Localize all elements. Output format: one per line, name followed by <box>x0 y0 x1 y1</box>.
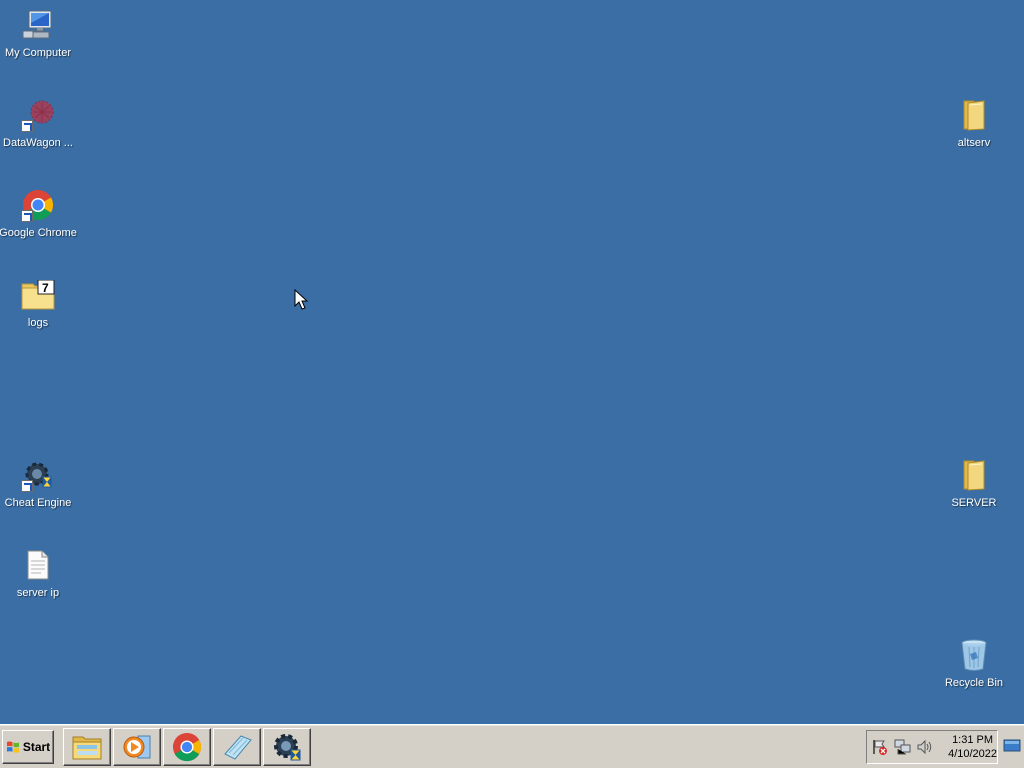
text-file-icon <box>21 548 55 582</box>
network-icon[interactable] <box>893 738 911 756</box>
cheat-engine-icon <box>21 458 55 492</box>
taskbar-button-cheat-engine[interactable] <box>263 728 311 766</box>
media-player-icon <box>123 735 151 759</box>
start-label: Start <box>22 740 51 754</box>
desktop-icon-my-computer[interactable]: My Computer <box>0 8 76 60</box>
svg-text:7: 7 <box>42 281 49 295</box>
taskbar: Start 1:31 PM 4/10/2022 <box>0 724 1024 768</box>
taskbar-button-notepad[interactable] <box>213 728 261 766</box>
taskbar-button-media-player[interactable] <box>113 728 161 766</box>
desktop-icon-server-ip[interactable]: server ip <box>0 548 76 600</box>
explorer-icon <box>72 736 102 760</box>
show-desktop-button[interactable] <box>1003 738 1021 754</box>
desktop-icon-label: altserv <box>957 137 991 149</box>
desktop-icon-label: logs <box>27 317 49 329</box>
action-center-flag-icon[interactable] <box>871 738 889 756</box>
desktop-icon-label: Cheat Engine <box>4 497 72 509</box>
shortcut-arrow-icon <box>21 120 33 132</box>
windows-logo-icon <box>6 741 19 753</box>
desktop-icon-datawagon[interactable]: DataWagon ... <box>0 98 76 150</box>
system-tray: 1:31 PM 4/10/2022 <box>866 730 998 764</box>
recycle-bin-icon <box>957 638 991 672</box>
desktop-icon-altserv[interactable]: altserv <box>936 98 1012 150</box>
notepad-icon <box>224 735 252 760</box>
desktop-icon-recycle-bin[interactable]: Recycle Bin <box>936 638 1012 690</box>
desktop-icon-google-chrome[interactable]: Google Chrome <box>0 188 77 240</box>
folder-icon <box>957 458 991 492</box>
volume-icon[interactable] <box>916 738 934 756</box>
chrome-icon <box>172 732 202 762</box>
start-button[interactable]: Start <box>2 730 54 764</box>
desktop-icon-label: SERVER <box>951 497 997 509</box>
computer-icon <box>21 8 55 42</box>
datawagon-icon <box>21 98 55 132</box>
chrome-icon <box>21 188 55 222</box>
desktop-icon-server[interactable]: SERVER <box>936 458 1012 510</box>
shortcut-arrow-icon <box>21 210 33 222</box>
cheat-engine-icon <box>274 734 301 761</box>
taskbar-button-chrome[interactable] <box>163 728 211 766</box>
desktop-icon-label: Recycle Bin <box>944 677 1004 689</box>
mouse-cursor-icon <box>294 289 308 310</box>
desktop-icon-logs[interactable]: 7 logs <box>0 278 76 330</box>
desktop-icon-label: My Computer <box>4 47 72 59</box>
desktop-icon-cheat-engine[interactable]: Cheat Engine <box>0 458 76 510</box>
show-desktop-icon <box>1003 739 1021 752</box>
shortcut-arrow-icon <box>21 480 33 492</box>
clock[interactable]: 1:31 PM 4/10/2022 <box>948 733 997 761</box>
clock-date: 4/10/2022 <box>948 748 998 760</box>
taskbar-button-explorer[interactable] <box>63 728 111 766</box>
folder-icon <box>957 98 991 132</box>
desktop-icon-label: server ip <box>16 587 60 599</box>
desktop-icon-label: DataWagon ... <box>3 137 73 149</box>
clock-time: 1:31 PM <box>952 734 994 746</box>
7zip-folder-icon: 7 <box>21 278 55 312</box>
desktop-icon-label: Google Chrome <box>0 227 77 239</box>
